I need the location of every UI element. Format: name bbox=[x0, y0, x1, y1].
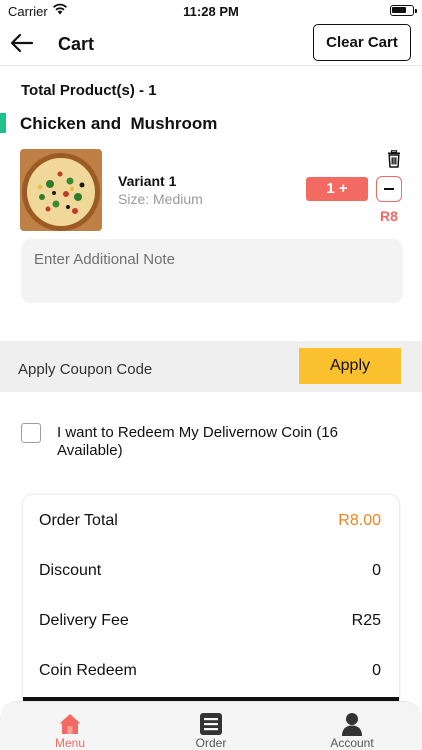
clear-cart-button[interactable]: Clear Cart bbox=[313, 24, 411, 61]
status-bar: Carrier 11:28 PM bbox=[0, 0, 422, 22]
item-name: Chicken and Mushroom bbox=[20, 114, 218, 133]
account-icon bbox=[342, 713, 362, 736]
variant-name: Variant 1 bbox=[118, 173, 177, 189]
page-title: Cart bbox=[58, 34, 95, 54]
summary-row-discount: Discount 0 bbox=[39, 562, 381, 584]
variant-size: Size: Medium bbox=[118, 191, 203, 207]
summary-label: Discount bbox=[39, 562, 102, 579]
redeem-coin-checkbox[interactable] bbox=[21, 423, 41, 443]
clock: 11:28 PM bbox=[183, 4, 239, 19]
summary-label: Order Total bbox=[39, 512, 118, 529]
summary-label: Coin Redeem bbox=[39, 662, 137, 679]
battery-icon bbox=[390, 5, 417, 16]
tab-label: Order bbox=[195, 736, 227, 750]
quantity-increase-button[interactable]: 1 + bbox=[306, 177, 368, 201]
pizza-image bbox=[20, 149, 102, 231]
back-arrow-icon[interactable] bbox=[8, 30, 36, 56]
tab-menu[interactable]: Menu bbox=[0, 702, 140, 750]
tab-bar: Menu Order Account bbox=[0, 701, 422, 750]
total-products-label: Total Product(s) - 1 bbox=[21, 82, 157, 99]
summary-value: R25 bbox=[351, 612, 381, 629]
summary-row-coin-redeem: Coin Redeem 0 bbox=[39, 662, 381, 684]
apply-coupon-button[interactable]: Apply bbox=[299, 348, 401, 384]
trash-icon[interactable] bbox=[385, 150, 403, 168]
summary-value: 0 bbox=[372, 662, 381, 679]
item-accent-bar bbox=[0, 113, 6, 133]
item-price: R8 bbox=[380, 208, 398, 224]
header: Cart Clear Cart bbox=[0, 22, 422, 66]
redeem-coin-label: I want to Redeem My Delivernow Coin (16 … bbox=[57, 424, 338, 459]
summary-value: R8.00 bbox=[338, 512, 381, 529]
home-icon bbox=[59, 714, 81, 734]
tab-label: Menu bbox=[54, 736, 86, 750]
additional-note-input[interactable] bbox=[21, 239, 403, 303]
summary-row-delivery-fee: Delivery Fee R25 bbox=[39, 612, 381, 634]
summary-row-order-total: Order Total R8.00 bbox=[39, 512, 381, 534]
tab-label: Account bbox=[330, 736, 374, 750]
tab-account[interactable]: Account bbox=[282, 702, 422, 750]
summary-label: Delivery Fee bbox=[39, 612, 129, 629]
minus-icon bbox=[384, 188, 394, 190]
quantity-decrease-button[interactable] bbox=[376, 176, 402, 202]
coupon-label: Apply Coupon Code bbox=[18, 361, 153, 378]
order-list-icon bbox=[200, 713, 222, 735]
tab-order[interactable]: Order bbox=[141, 702, 281, 750]
summary-value: 0 bbox=[372, 562, 381, 579]
